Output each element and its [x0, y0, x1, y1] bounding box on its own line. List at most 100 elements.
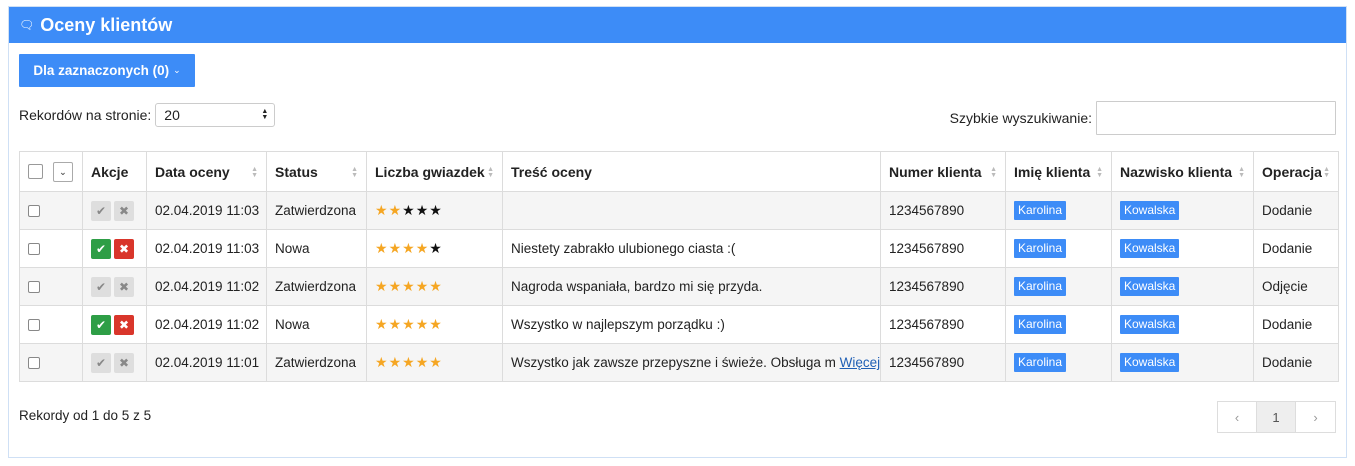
client-last-name-badge[interactable]: Kowalska	[1120, 353, 1180, 372]
selection-dropdown-icon[interactable]: ⌄	[52, 161, 73, 182]
bulk-actions-button[interactable]: Dla zaznaczonych (0) ⌄	[19, 54, 195, 87]
star-filled-icon: ★	[429, 354, 443, 370]
approve-check-icon[interactable]: ✔	[91, 314, 111, 335]
client-number: 1234567890	[880, 191, 1006, 230]
review-operation: Dodanie	[1253, 229, 1339, 268]
review-date: 02.04.2019 11:03	[146, 229, 267, 268]
bulk-actions-label: Dla zaznaczonych (0)	[33, 63, 170, 78]
client-last-name-badge[interactable]: Kowalska	[1120, 201, 1180, 220]
records-per-page-select[interactable]: 20 ▲ ▼	[155, 103, 276, 127]
pagination: ‹ 1 ›	[1217, 401, 1336, 433]
star-filled-icon: ★	[429, 316, 443, 332]
quick-search-label: Szybkie wyszukiwanie:	[949, 110, 1092, 126]
panel-header: 🗨 Oceny klientów	[9, 7, 1346, 43]
review-status: Nowa	[266, 305, 367, 344]
pagination-page-current[interactable]: 1	[1257, 402, 1296, 432]
star-filled-icon: ★	[429, 278, 443, 294]
star-filled-icon: ★	[388, 240, 403, 256]
select-arrows-icon: ▲ ▼	[261, 108, 269, 121]
header-status[interactable]: Status ▲ ▼	[266, 151, 367, 192]
select-all-checkbox[interactable]	[28, 164, 43, 179]
row-actions-cell: ✔ ✖	[82, 305, 147, 344]
client-last-name-cell: Kowalska	[1111, 229, 1254, 268]
header-date[interactable]: Data oceny ▲ ▼	[146, 151, 267, 192]
star-filled-icon: ★	[388, 354, 403, 370]
client-first-name-badge[interactable]: Karolina	[1014, 315, 1067, 334]
quick-search-input[interactable]	[1096, 101, 1336, 135]
client-first-name-cell: Karolina	[1005, 343, 1112, 382]
chevron-down-icon: ⌄	[173, 65, 181, 75]
table-row: ✔ ✖ 02.04.2019 11:03 Nowa ★★★★★ Niestety zabr…	[19, 229, 1339, 268]
row-select-cell	[19, 229, 83, 268]
review-content-cell: Niestety zabrakło ulubionego ciasta :(	[502, 229, 881, 268]
reviews-panel: 🗨 Oceny klientów Dla zaznaczonych (0) ⌄ …	[8, 6, 1347, 458]
row-select-cell	[19, 267, 83, 306]
client-number: 1234567890	[880, 343, 1006, 382]
client-last-name-badge[interactable]: Kowalska	[1120, 277, 1180, 296]
row-select-cell	[19, 305, 83, 344]
reject-x-icon[interactable]: ✖	[114, 238, 134, 259]
row-actions-cell: ✔ ✖	[82, 229, 147, 268]
row-checkbox[interactable]	[28, 281, 40, 294]
header-first-name[interactable]: Imię klienta ▲ ▼	[1005, 151, 1112, 192]
sort-icon: ▲ ▼	[487, 166, 494, 179]
client-number: 1234567890	[880, 229, 1006, 268]
row-checkbox[interactable]	[28, 205, 40, 218]
sort-icon: ▲ ▼	[251, 166, 258, 179]
client-last-name-badge[interactable]: Kowalska	[1120, 239, 1180, 258]
pagination-next[interactable]: ›	[1296, 402, 1335, 432]
client-first-name-badge[interactable]: Karolina	[1014, 277, 1067, 296]
review-content-cell	[502, 191, 881, 230]
review-content: Niestety zabrakło ulubionego ciasta :(	[511, 241, 736, 256]
table-row: ✔ ✖ 02.04.2019 11:02 Zatwierdzona ★★★★★ Nagro…	[19, 267, 1339, 306]
client-first-name-badge[interactable]: Karolina	[1014, 239, 1067, 258]
sort-icon: ▲ ▼	[990, 166, 997, 179]
star-empty-icon: ★	[415, 202, 430, 218]
row-checkbox[interactable]	[28, 357, 40, 370]
review-content: Wszystko w najlepszym porządku :)	[511, 317, 725, 332]
client-number: 1234567890	[880, 305, 1006, 344]
more-link[interactable]: Więcej	[840, 355, 880, 370]
review-stars: ★★★★★	[366, 343, 503, 382]
client-number: 1234567890	[880, 267, 1006, 306]
client-first-name-badge[interactable]: Karolina	[1014, 201, 1067, 220]
row-select-cell	[19, 191, 83, 230]
client-last-name-badge[interactable]: Kowalska	[1120, 315, 1180, 334]
client-last-name-cell: Kowalska	[1111, 343, 1254, 382]
records-per-page: Rekordów na stronie: 20 ▲ ▼	[19, 103, 276, 127]
star-filled-icon: ★	[415, 240, 430, 256]
review-content: Wszystko jak zawsze przepyszne i świeże.…	[511, 355, 836, 370]
records-per-page-label: Rekordów na stronie:	[19, 107, 152, 123]
row-checkbox[interactable]	[28, 243, 40, 256]
sort-icon: ▲ ▼	[1238, 166, 1245, 179]
row-checkbox[interactable]	[28, 319, 40, 332]
header-last-name[interactable]: Nazwisko klienta ▲ ▼	[1111, 151, 1254, 192]
star-empty-icon: ★	[429, 240, 443, 256]
client-last-name-cell: Kowalska	[1111, 305, 1254, 344]
review-content: Nagroda wspaniała, bardzo mi się przyda.	[511, 279, 763, 294]
star-filled-icon: ★	[388, 316, 403, 332]
review-operation: Dodanie	[1253, 305, 1339, 344]
approve-check-icon[interactable]: ✔	[91, 238, 111, 259]
client-first-name-badge[interactable]: Karolina	[1014, 353, 1067, 372]
star-filled-icon: ★	[388, 202, 403, 218]
review-stars: ★★★★★	[366, 305, 503, 344]
header-client-number[interactable]: Numer klienta ▲ ▼	[880, 151, 1006, 192]
reject-x-icon[interactable]: ✖	[114, 314, 134, 335]
review-date: 02.04.2019 11:03	[146, 191, 267, 230]
pagination-prev[interactable]: ‹	[1218, 402, 1257, 432]
review-operation: Dodanie	[1253, 343, 1339, 382]
table-row: ✔ ✖ 02.04.2019 11:02 Nowa ★★★★★ Wszystko w na…	[19, 305, 1339, 344]
row-actions-cell: ✔ ✖	[82, 343, 147, 382]
header-operation[interactable]: Operacja ▲ ▼	[1253, 151, 1339, 192]
star-filled-icon: ★	[375, 354, 389, 370]
approve-check-icon: ✔	[91, 276, 111, 297]
review-date: 02.04.2019 11:02	[146, 267, 267, 306]
reject-x-icon: ✖	[114, 352, 134, 373]
review-status: Zatwierdzona	[266, 191, 367, 230]
review-status: Zatwierdzona	[266, 267, 367, 306]
select-all-header: ⌄	[19, 151, 83, 192]
row-actions-cell: ✔ ✖	[82, 267, 147, 306]
header-stars[interactable]: Liczba gwiazdek ▲ ▼	[366, 151, 503, 192]
records-info: Rekordy od 1 do 5 z 5	[19, 408, 152, 423]
